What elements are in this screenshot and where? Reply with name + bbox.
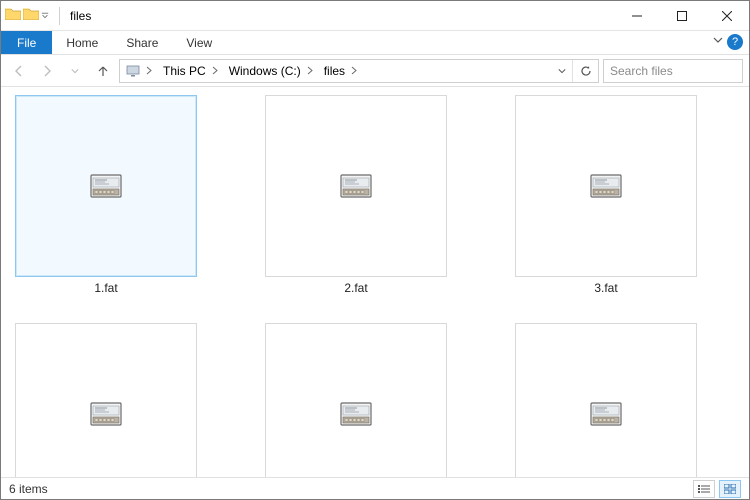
help-button[interactable]: ?	[727, 34, 743, 50]
window-title: files	[66, 9, 91, 23]
qat-overflow[interactable]	[41, 12, 49, 20]
search-placeholder: Search files	[610, 64, 673, 78]
breadcrumb-drive[interactable]: Windows (C:)	[221, 60, 305, 82]
file-thumbnail	[15, 95, 197, 277]
up-button[interactable]	[91, 59, 115, 83]
file-tile[interactable]: 3.fat	[515, 95, 697, 295]
file-type-icon	[90, 402, 122, 426]
pc-icon	[126, 65, 140, 77]
file-type-icon	[590, 174, 622, 198]
back-button[interactable]	[7, 59, 31, 83]
file-type-icon	[90, 174, 122, 198]
tab-share[interactable]: Share	[112, 31, 172, 54]
maximize-button[interactable]	[659, 1, 704, 30]
address-history-button[interactable]	[552, 59, 572, 83]
chevron-right-icon[interactable]	[210, 66, 221, 75]
file-thumbnail	[515, 323, 697, 477]
refresh-button[interactable]	[572, 60, 598, 82]
breadcrumb-this-pc[interactable]: This PC	[155, 60, 210, 82]
file-name-label: 3.fat	[594, 277, 617, 295]
close-button[interactable]	[704, 1, 749, 30]
content-pane[interactable]: 1.fat 2.fat 3.fat 4.fat 5.fat	[1, 87, 749, 477]
file-tile[interactable]: 4.fat	[15, 323, 197, 477]
chevron-right-icon[interactable]	[144, 66, 155, 75]
minimize-button[interactable]	[614, 1, 659, 30]
folder-icon	[23, 6, 39, 25]
file-tile[interactable]: 2.fat	[265, 95, 447, 295]
qat-divider	[59, 7, 60, 25]
tab-home[interactable]: Home	[52, 31, 112, 54]
file-type-icon	[590, 402, 622, 426]
tab-view[interactable]: View	[172, 31, 226, 54]
tab-file[interactable]: File	[1, 31, 52, 54]
folder-icon	[5, 6, 21, 25]
file-thumbnail	[515, 95, 697, 277]
ribbon: File Home Share View ?	[1, 31, 749, 55]
breadcrumb-folder[interactable]: files	[316, 60, 349, 82]
file-tile[interactable]: 6.fat	[515, 323, 697, 477]
file-tile[interactable]: 5.fat	[265, 323, 447, 477]
file-type-icon	[340, 402, 372, 426]
qat	[1, 6, 53, 25]
file-tile[interactable]: 1.fat	[15, 95, 197, 295]
recent-locations-button[interactable]	[63, 59, 87, 83]
item-count: 6 items	[9, 482, 48, 496]
status-bar: 6 items	[1, 477, 749, 499]
file-name-label: 2.fat	[344, 277, 367, 295]
file-thumbnail	[265, 323, 447, 477]
file-type-icon	[340, 174, 372, 198]
address-bar[interactable]: This PC Windows (C:) files	[119, 59, 599, 83]
file-grid: 1.fat 2.fat 3.fat 4.fat 5.fat	[1, 91, 749, 477]
forward-button[interactable]	[35, 59, 59, 83]
expand-ribbon-button[interactable]	[713, 35, 723, 45]
details-view-button[interactable]	[693, 480, 715, 498]
file-name-label: 1.fat	[94, 277, 117, 295]
file-thumbnail	[15, 323, 197, 477]
thumbnails-view-button[interactable]	[719, 480, 741, 498]
chevron-right-icon[interactable]	[305, 66, 316, 75]
title-bar: files	[1, 1, 749, 31]
explorer-window: files File Home Share View ?	[0, 0, 750, 500]
chevron-right-icon[interactable]	[349, 66, 360, 75]
file-thumbnail	[265, 95, 447, 277]
search-input[interactable]: Search files	[603, 59, 743, 83]
nav-row: This PC Windows (C:) files Search files	[1, 55, 749, 87]
